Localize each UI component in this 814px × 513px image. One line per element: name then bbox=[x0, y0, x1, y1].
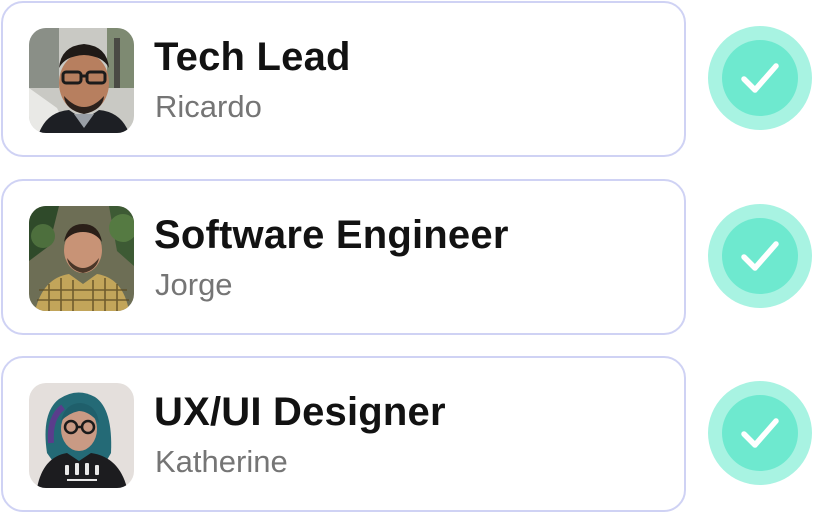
check-inner-circle bbox=[722, 395, 798, 471]
member-check-toggle[interactable] bbox=[708, 26, 812, 130]
avatar bbox=[29, 28, 134, 133]
member-name: Jorge bbox=[155, 267, 233, 302]
team-member-list: Tech Lead Ricardo Software Engineer Jorg… bbox=[0, 0, 814, 513]
avatar bbox=[29, 206, 134, 311]
avatar bbox=[29, 383, 134, 488]
member-card[interactable]: Software Engineer Jorge bbox=[1, 179, 686, 335]
member-row-software-engineer: Software Engineer Jorge bbox=[0, 178, 814, 336]
member-check-toggle[interactable] bbox=[708, 204, 812, 308]
member-name: Katherine bbox=[155, 444, 288, 479]
member-role: Tech Lead bbox=[154, 35, 351, 79]
man-glasses-photo bbox=[29, 28, 134, 133]
member-role: Software Engineer bbox=[154, 213, 509, 257]
woman-blue-hair-photo bbox=[29, 383, 134, 488]
check-icon bbox=[741, 63, 779, 93]
man-plaid-shirt-photo bbox=[29, 206, 134, 311]
check-inner-circle bbox=[722, 218, 798, 294]
member-role: UX/UI Designer bbox=[154, 390, 446, 434]
member-row-ux-ui-designer: UX/UI Designer Katherine bbox=[0, 355, 814, 513]
member-row-tech-lead: Tech Lead Ricardo bbox=[0, 0, 814, 158]
member-card[interactable]: Tech Lead Ricardo bbox=[1, 1, 686, 157]
member-check-toggle[interactable] bbox=[708, 381, 812, 485]
check-icon bbox=[741, 241, 779, 271]
check-icon bbox=[741, 418, 779, 448]
member-name: Ricardo bbox=[155, 89, 262, 124]
member-card[interactable]: UX/UI Designer Katherine bbox=[1, 356, 686, 512]
check-inner-circle bbox=[722, 40, 798, 116]
